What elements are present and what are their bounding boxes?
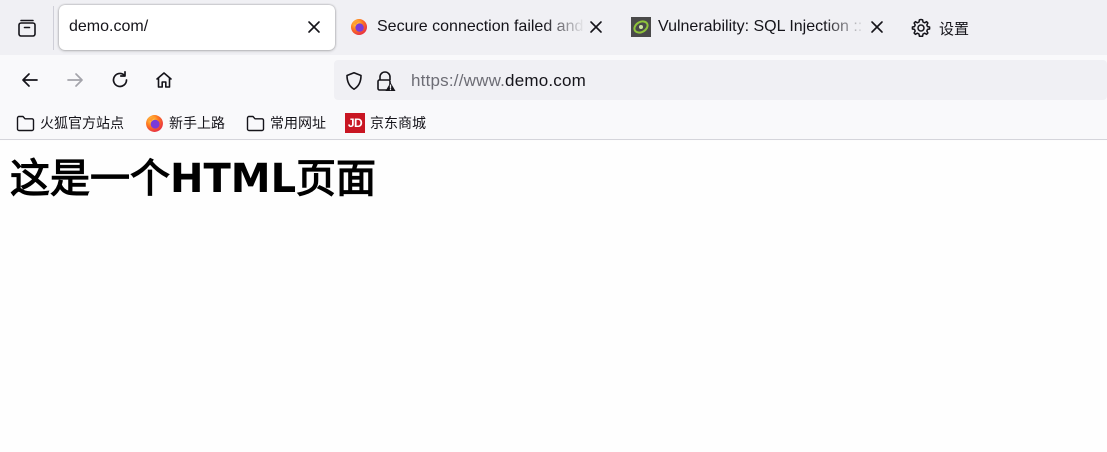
tab-demo[interactable]: demo.com/ [59, 5, 335, 50]
page-heading: 这是一个HTML页面 [10, 156, 377, 202]
back-button[interactable] [13, 63, 47, 97]
reload-button[interactable] [103, 63, 137, 97]
forward-button[interactable] [58, 63, 92, 97]
url-text[interactable]: https://www.demo.com [411, 71, 586, 91]
firefox-icon [350, 18, 368, 36]
close-tab-button[interactable] [587, 18, 605, 36]
bookmark-label: 新手上路 [169, 115, 225, 131]
url-host: demo.com [505, 71, 587, 90]
bookmark-getting-started[interactable]: 新手上路 [145, 113, 225, 133]
tab-title: Vulnerability: SQL Injection :: Damn Vul… [658, 18, 866, 35]
close-icon [871, 21, 883, 33]
tab-divider [53, 6, 54, 50]
bookmark-common-sites[interactable]: 常用网址 [246, 113, 326, 133]
close-tab-button[interactable] [868, 18, 886, 36]
bookmark-label: 火狐官方站点 [40, 115, 124, 131]
home-icon [156, 72, 172, 88]
firefox-view-button[interactable] [0, 0, 53, 55]
bookmark-jd-mall[interactable]: JD 京东商城 [345, 113, 426, 133]
tab-title: Secure connection failed and Firefox did… [377, 18, 585, 35]
url-scheme-prefix: https://www. [411, 71, 506, 90]
firefox-icon [146, 114, 163, 132]
url-bar[interactable]: https://www.demo.com [334, 60, 1107, 100]
close-icon [590, 21, 602, 33]
bookmarks-toolbar: 火狐官方站点 新手上路 常用网址 JD 京东商城 [0, 106, 1107, 140]
navigation-toolbar: https://www.demo.com [0, 55, 1107, 106]
close-icon [308, 21, 320, 33]
settings-label: 设置 [939, 20, 970, 38]
settings-button[interactable]: 设置 [905, 10, 975, 46]
shield-icon[interactable] [343, 70, 365, 92]
gear-icon [911, 18, 931, 37]
insecure-lock-icon[interactable] [374, 70, 396, 92]
bookmark-firefox-official[interactable]: 火狐官方站点 [16, 113, 124, 133]
back-arrow-icon [22, 73, 38, 87]
close-tab-button[interactable] [305, 18, 323, 36]
folder-icon [246, 115, 265, 131]
tab-strip: demo.com/ Secure connection failed and V… [0, 0, 1107, 55]
tab-sql-injection[interactable]: Vulnerability: SQL Injection :: Damn Vul… [622, 5, 894, 50]
jd-icon: JD [345, 113, 365, 133]
bookmark-label: 常用网址 [270, 115, 326, 131]
tab-title: demo.com/ [69, 18, 149, 35]
tab-secure-connection-failed[interactable]: Secure connection failed and Firefox did… [341, 5, 613, 50]
browser-window: demo.com/ Secure connection failed and V… [0, 0, 1107, 452]
bookmark-label: 京东商城 [370, 115, 426, 131]
folder-icon [16, 115, 35, 131]
forward-arrow-icon [67, 73, 83, 87]
reload-icon [112, 70, 128, 88]
home-button[interactable] [147, 63, 181, 97]
firefox-view-icon [17, 19, 36, 37]
page-content: 这是一个HTML页面 [0, 141, 1107, 452]
dvwa-icon [631, 17, 651, 37]
